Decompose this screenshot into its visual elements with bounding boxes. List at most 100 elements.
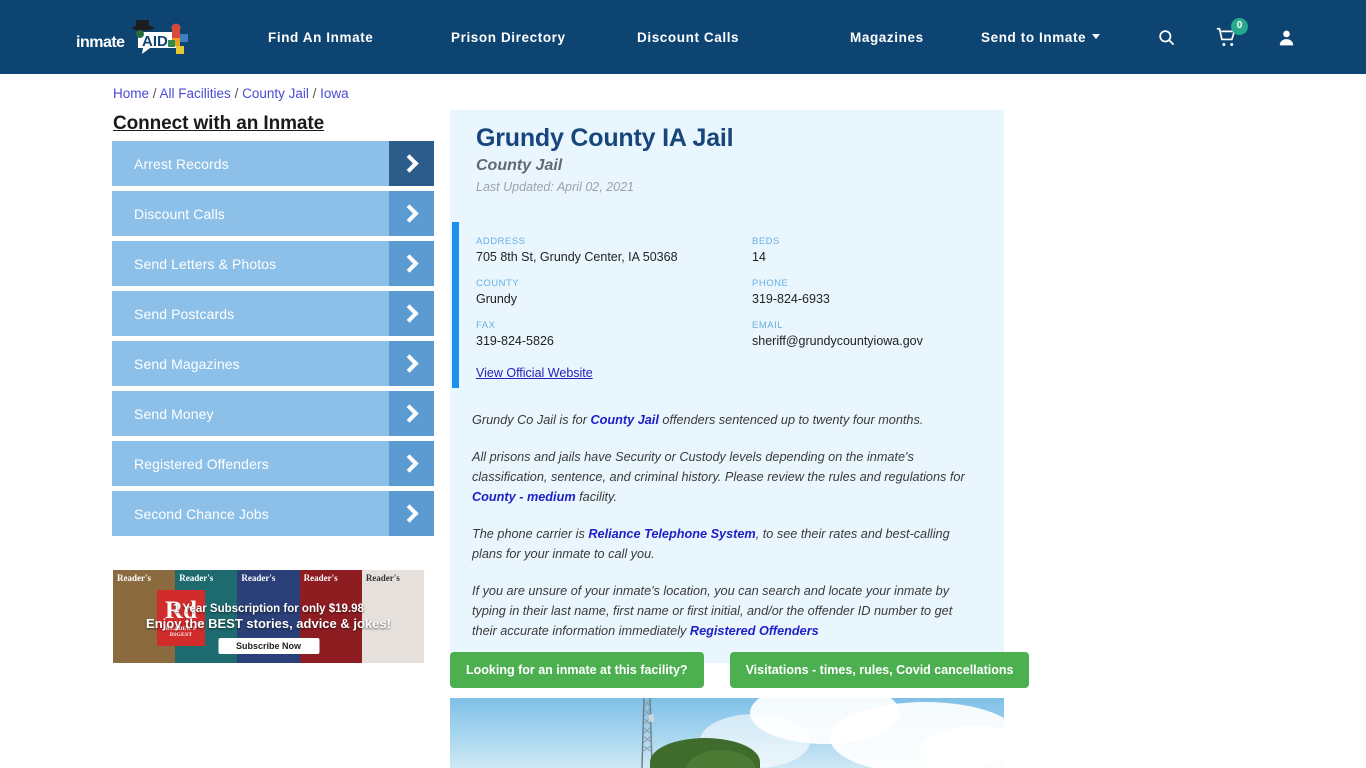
description-paragraph-4: If you are unsure of your inmate's locat… — [472, 581, 974, 641]
field-value: 319-824-6933 — [752, 292, 830, 306]
field-beds: BEDS 14 — [752, 236, 978, 264]
breadcrumb-separator: / — [152, 86, 160, 101]
field-label: PHONE — [752, 278, 789, 289]
nav-item-send-to-inmate[interactable]: Send to Inmate — [981, 29, 1101, 45]
breadcrumb-item-home[interactable]: Home — [113, 86, 149, 101]
field-address: ADDRESS 705 8th St, Grundy Center, IA 50… — [476, 236, 752, 264]
desc-text: facility. — [575, 490, 617, 504]
sidebar-item-send-letters-photos[interactable]: Send Letters & Photos — [112, 241, 434, 286]
svg-text:inmate: inmate — [76, 34, 125, 51]
sidebar-item-send-magazines[interactable]: Send Magazines — [112, 341, 434, 386]
nav-item-prison-directory[interactable]: Prison Directory — [451, 30, 637, 45]
top-navigation-bar: AID inmate Find An Inmate Prison Directo… — [0, 0, 1366, 74]
chevron-down-icon — [1092, 33, 1101, 39]
search-icon[interactable] — [1157, 28, 1176, 47]
ad-subscribe-button[interactable]: Subscribe Now — [217, 638, 320, 654]
page-title: Grundy County IA Jail — [476, 124, 734, 152]
ad-brand-text: Reader's — [303, 573, 338, 583]
facility-photo — [450, 698, 1004, 768]
field-value: sheriff@grundycountyiowa.gov — [752, 334, 923, 348]
sidebar-item-label: Send Magazines — [134, 355, 240, 372]
facility-detail-card: Grundy County IA Jail County Jail Last U… — [450, 110, 1004, 663]
sidebar-item-send-postcards[interactable]: Send Postcards — [112, 291, 434, 336]
sidebar-item-label: Send Letters & Photos — [134, 255, 277, 272]
breadcrumb-item-iowa[interactable]: Iowa — [320, 86, 349, 101]
field-value: 319-824-5826 — [476, 334, 554, 348]
link-phone-carrier[interactable]: Reliance Telephone System — [588, 527, 755, 541]
chevron-right-icon — [389, 391, 434, 436]
chevron-right-icon — [389, 141, 434, 186]
ad-brand-text: Reader's — [365, 573, 400, 583]
field-value: 705 8th St, Grundy Center, IA 50368 — [476, 250, 678, 264]
description-paragraph-1: Grundy Co Jail is for County Jail offend… — [472, 410, 974, 430]
sidebar-item-registered-offenders[interactable]: Registered Offenders — [112, 441, 434, 486]
chevron-right-icon — [389, 341, 434, 386]
nav-item-magazines[interactable]: Magazines — [850, 30, 981, 45]
sidebar-item-arrest-records[interactable]: Arrest Records — [112, 141, 434, 186]
visitation-info-button[interactable]: Visitations - times, rules, Covid cancel… — [729, 652, 1030, 688]
sidebar-item-label: Discount Calls — [134, 205, 225, 222]
site-logo[interactable]: AID inmate — [72, 16, 196, 58]
desc-text: offenders sentenced up to twenty four mo… — [658, 413, 924, 427]
desc-text: All prisons and jails have Security or C… — [472, 450, 965, 484]
sidebar-item-discount-calls[interactable]: Discount Calls — [112, 191, 434, 236]
desc-text: Grundy Co Jail is for — [472, 413, 591, 427]
ad-brand-text: Reader's — [117, 573, 151, 583]
ad-brand-text: Reader's — [241, 573, 276, 583]
nav-icon-group: 0 — [1157, 0, 1296, 74]
link-registered-offenders[interactable]: Registered Offenders — [690, 624, 819, 638]
cart-icon[interactable]: 0 — [1216, 17, 1248, 48]
sidebar-item-label: Send Money — [134, 405, 214, 422]
advertisement-banner[interactable]: Reader's Reader's Reader's Reader's Read… — [113, 570, 424, 663]
user-icon[interactable] — [1277, 28, 1296, 47]
link-county-medium[interactable]: County - medium — [472, 490, 576, 504]
chevron-right-icon — [389, 441, 434, 486]
sidebar-item-label: Registered Offenders — [134, 455, 269, 472]
ad-headline-1: 1 Year Subscription for only $19.98 — [173, 603, 364, 615]
chevron-right-icon — [389, 191, 434, 236]
inmate-search-button[interactable]: Looking for an inmate at this facility? — [450, 652, 704, 688]
nav-item-find-an-inmate[interactable]: Find An Inmate — [268, 30, 451, 45]
breadcrumb: Home / All Facilities / County Jail / Io… — [113, 86, 349, 101]
nav-label: Send to Inmate — [981, 29, 1087, 45]
description-paragraph-3: The phone carrier is Reliance Telephone … — [472, 524, 974, 564]
field-email: EMAIL sheriff@grundycountyiowa.gov — [752, 320, 978, 348]
field-county: COUNTY Grundy — [476, 278, 752, 306]
sidebar-item-second-chance-jobs[interactable]: Second Chance Jobs — [112, 491, 434, 536]
facility-header: Grundy County IA Jail County Jail Last U… — [450, 110, 1004, 208]
action-button-row: Looking for an inmate at this facility? … — [450, 652, 1030, 688]
facility-description: Grundy Co Jail is for County Jail offend… — [450, 404, 1004, 663]
last-updated-text: Last Updated: April 02, 2021 — [476, 180, 634, 194]
field-label: FAX — [476, 320, 496, 331]
sidebar-item-send-money[interactable]: Send Money — [112, 391, 434, 436]
facility-type: County Jail — [476, 157, 563, 174]
accent-bar — [452, 222, 459, 388]
field-label: BEDS — [752, 236, 780, 247]
nav-label: Discount Calls — [637, 29, 740, 45]
ad-headline-2: Enjoy the BEST stories, advice & jokes! — [146, 616, 391, 631]
field-fax: FAX 319-824-5826 — [476, 320, 752, 348]
field-label: ADDRESS — [476, 236, 526, 247]
chevron-right-icon — [389, 491, 434, 536]
svg-text:AID: AID — [142, 33, 168, 50]
sidebar-heading: Connect with an Inmate — [113, 113, 325, 134]
nav-label: Magazines — [850, 29, 924, 45]
view-official-website-link[interactable]: View Official Website — [476, 366, 593, 380]
cart-count-badge: 0 — [1231, 17, 1248, 35]
facility-info-section: ADDRESS 705 8th St, Grundy Center, IA 50… — [450, 222, 1004, 404]
nav-label: Prison Directory — [451, 29, 566, 45]
field-label: COUNTY — [476, 278, 520, 289]
chevron-right-icon — [389, 241, 434, 286]
nav-item-discount-calls[interactable]: Discount Calls — [637, 30, 850, 45]
facility-info-grid: ADDRESS 705 8th St, Grundy Center, IA 50… — [476, 236, 978, 348]
breadcrumb-item-county-jail[interactable]: County Jail — [242, 86, 309, 101]
description-paragraph-2: All prisons and jails have Security or C… — [472, 447, 974, 507]
field-phone: PHONE 319-824-6933 — [752, 278, 978, 306]
main-nav-links: Find An Inmate Prison Directory Discount… — [268, 0, 1101, 74]
link-county-jail[interactable]: County Jail — [590, 413, 658, 427]
breadcrumb-item-all-facilities[interactable]: All Facilities — [160, 86, 231, 101]
sidebar-item-label: Send Postcards — [134, 305, 235, 322]
breadcrumb-separator: / — [234, 86, 243, 101]
sidebar-item-label: Arrest Records — [134, 155, 229, 172]
sidebar-menu: Arrest Records Discount Calls Send Lette… — [112, 141, 434, 541]
